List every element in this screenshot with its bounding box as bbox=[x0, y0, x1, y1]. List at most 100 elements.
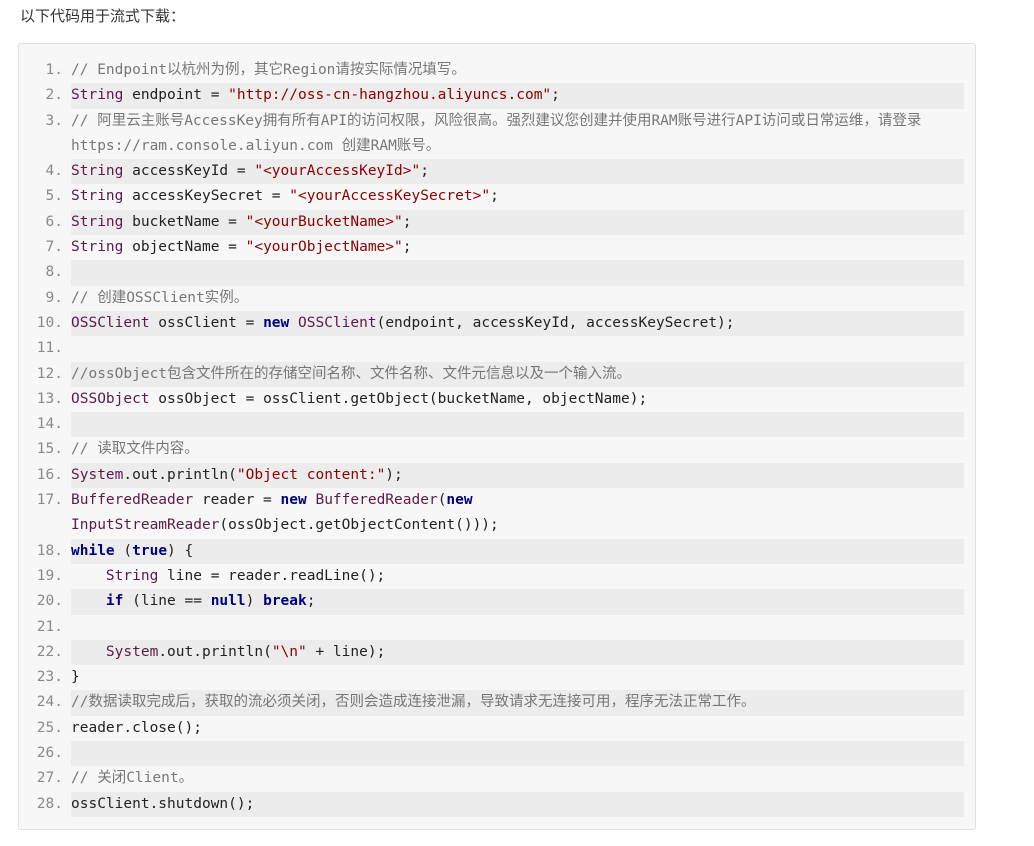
code-token: ; bbox=[306, 593, 316, 610]
code-text: String accessKeySecret = "<yourAccessKey… bbox=[71, 184, 964, 209]
line-number: 15. bbox=[36, 441, 63, 458]
code-line: 8. bbox=[19, 260, 975, 286]
line-number: 12. bbox=[36, 365, 63, 382]
code-text: String objectName = "<yourObjectName>"; bbox=[71, 235, 964, 260]
code-line: 5. String accessKeySecret = "<yourAccessK… bbox=[19, 184, 975, 209]
code-line: 26. bbox=[19, 741, 975, 767]
code-token: accessKeySecret = bbox=[123, 188, 290, 205]
code-token: "Object content:" bbox=[236, 466, 386, 483]
code-token: // 读取文件内容。 bbox=[71, 441, 199, 458]
code-line: 15. // 读取文件内容。 bbox=[19, 437, 975, 462]
code-token: ; bbox=[551, 87, 560, 104]
code-token: //数据读取完成后，获取的流必须关闭，否则会造成连接泄漏，导致请求无连接可用，程… bbox=[71, 694, 756, 711]
code-token: (line == bbox=[123, 593, 211, 610]
code-text: System.out.println("\n" + line); bbox=[71, 639, 964, 666]
code-token: OSSClient bbox=[298, 314, 377, 331]
code-token: while bbox=[71, 542, 115, 559]
code-text: } bbox=[71, 665, 964, 690]
line-number: 23. bbox=[36, 669, 63, 686]
code-line: 18. while (true) { bbox=[19, 538, 975, 564]
code-token: ; bbox=[490, 188, 499, 205]
code-text: String accessKeyId = "<yourAccessKeyId>"… bbox=[71, 159, 964, 185]
code-token: null bbox=[210, 593, 246, 610]
code-line: 24. //数据读取完成后，获取的流必须关闭，否则会造成连接泄漏，导致请求无连接可… bbox=[19, 690, 975, 716]
line-number: 22. bbox=[36, 643, 63, 660]
code-token: OSSClient bbox=[71, 314, 150, 331]
code-token: true bbox=[132, 542, 168, 559]
code-token: // Endpoint以杭州为例，其它Region请按实际情况填写。 bbox=[71, 62, 466, 78]
line-number: 4. bbox=[45, 163, 63, 180]
code-line: 14. bbox=[19, 412, 975, 438]
code-token: new bbox=[446, 492, 473, 509]
code-token: ); bbox=[385, 466, 403, 483]
code-lines: 1. // Endpoint以杭州为例，其它Region请按实际情况填写。 2. St… bbox=[19, 58, 975, 817]
line-number: 5. bbox=[45, 188, 63, 205]
code-token: endpoint = bbox=[123, 87, 229, 104]
line-number: 24. bbox=[36, 694, 63, 711]
code-token: objectName = bbox=[123, 239, 246, 256]
code-token: accessKeyId = bbox=[123, 163, 255, 180]
code-line: 21. bbox=[19, 615, 975, 640]
line-number: 10. bbox=[36, 314, 63, 331]
code-text: // Endpoint以杭州为例，其它Region请按实际情况填写。 bbox=[71, 58, 964, 83]
code-text: ossClient.shutdown(); bbox=[71, 791, 964, 817]
code-line: 25. reader.close(); bbox=[19, 716, 975, 741]
code-line: 4. String accessKeyId = "<yourAccessKeyId… bbox=[19, 159, 975, 185]
line-number: 21. bbox=[36, 618, 63, 635]
code-token: ossClient = bbox=[149, 314, 264, 331]
code-token: "<yourBucketName>" bbox=[245, 213, 403, 230]
code-token: ; bbox=[420, 163, 429, 180]
code-token: String bbox=[71, 213, 124, 230]
code-text bbox=[71, 260, 964, 286]
code-line: 20. if (line == null) break; bbox=[19, 589, 975, 615]
line-number: 1. bbox=[45, 62, 63, 78]
code-line: 16. System.out.println("Object content:")… bbox=[19, 462, 975, 489]
line-number: 25. bbox=[36, 719, 63, 736]
code-token: ossClient.shutdown(); bbox=[71, 795, 255, 812]
code-line: 6. String bucketName = "<yourBucketName>"… bbox=[19, 209, 975, 236]
line-number: 9. bbox=[45, 289, 63, 306]
code-token: "<yourAccessKeySecret>" bbox=[289, 188, 491, 205]
code-text: //数据读取完成后，获取的流必须关闭，否则会造成连接泄漏，导致请求无连接可用，程… bbox=[71, 690, 964, 716]
code-token: break bbox=[263, 593, 307, 610]
code-token: + line); bbox=[306, 643, 386, 660]
code-text: reader.close(); bbox=[71, 716, 964, 741]
line-number: 2. bbox=[45, 87, 63, 104]
line-number: 13. bbox=[36, 390, 63, 407]
code-token: } bbox=[71, 669, 80, 686]
code-text: // 阿里云主账号AccessKey拥有所有API的访问权限，风险很高。强烈建议… bbox=[71, 109, 964, 160]
code-token: // 关闭Client。 bbox=[71, 770, 194, 787]
code-token: if bbox=[105, 593, 124, 610]
code-token: reader.close(); bbox=[71, 719, 202, 736]
code-text: while (true) { bbox=[71, 538, 964, 564]
intro-text: 以下代码用于流式下载： bbox=[20, 7, 186, 25]
line-number: 14. bbox=[36, 416, 63, 433]
code-token: new bbox=[280, 492, 307, 509]
code-text: String bucketName = "<yourBucketName>"; bbox=[71, 209, 964, 236]
code-text: //ossObject包含文件所在的存储空间名称、文件名称、文件元信息以及一个输… bbox=[71, 361, 964, 387]
code-text: // 创建OSSClient实例。 bbox=[71, 286, 964, 311]
code-token: "http://oss-cn-hangzhou.aliyuncs.com" bbox=[228, 87, 552, 104]
line-number: 7. bbox=[45, 239, 63, 256]
code-line: 9. // 创建OSSClient实例。 bbox=[19, 286, 975, 311]
code-token: String bbox=[71, 239, 124, 256]
code-line: 19. String line = reader.readLine(); bbox=[19, 564, 975, 589]
code-line: 11. bbox=[19, 336, 975, 361]
line-number: 3. bbox=[45, 112, 63, 129]
code-token: ( bbox=[114, 542, 133, 559]
code-text: System.out.println("Object content:"); bbox=[71, 462, 964, 489]
code-line: 28. ossClient.shutdown(); bbox=[19, 791, 975, 817]
line-number: 26. bbox=[36, 745, 63, 762]
code-token: .out.println( bbox=[123, 466, 237, 483]
code-token: BufferedReader bbox=[71, 492, 194, 509]
code-token: ) { bbox=[167, 542, 194, 559]
code-token: // 阿里云主账号AccessKey拥有所有API的访问权限，风险很高。强烈建议… bbox=[71, 112, 931, 154]
code-block[interactable]: 1. // Endpoint以杭州为例，其它Region请按实际情况填写。 2. St… bbox=[18, 43, 976, 830]
code-token: ; bbox=[402, 239, 412, 256]
code-token: String bbox=[105, 567, 159, 584]
code-line: 3. // 阿里云主账号AccessKey拥有所有API的访问权限，风险很高。强烈… bbox=[19, 109, 975, 160]
code-token: System bbox=[71, 466, 124, 483]
code-line: 27. // 关闭Client。 bbox=[19, 766, 975, 791]
